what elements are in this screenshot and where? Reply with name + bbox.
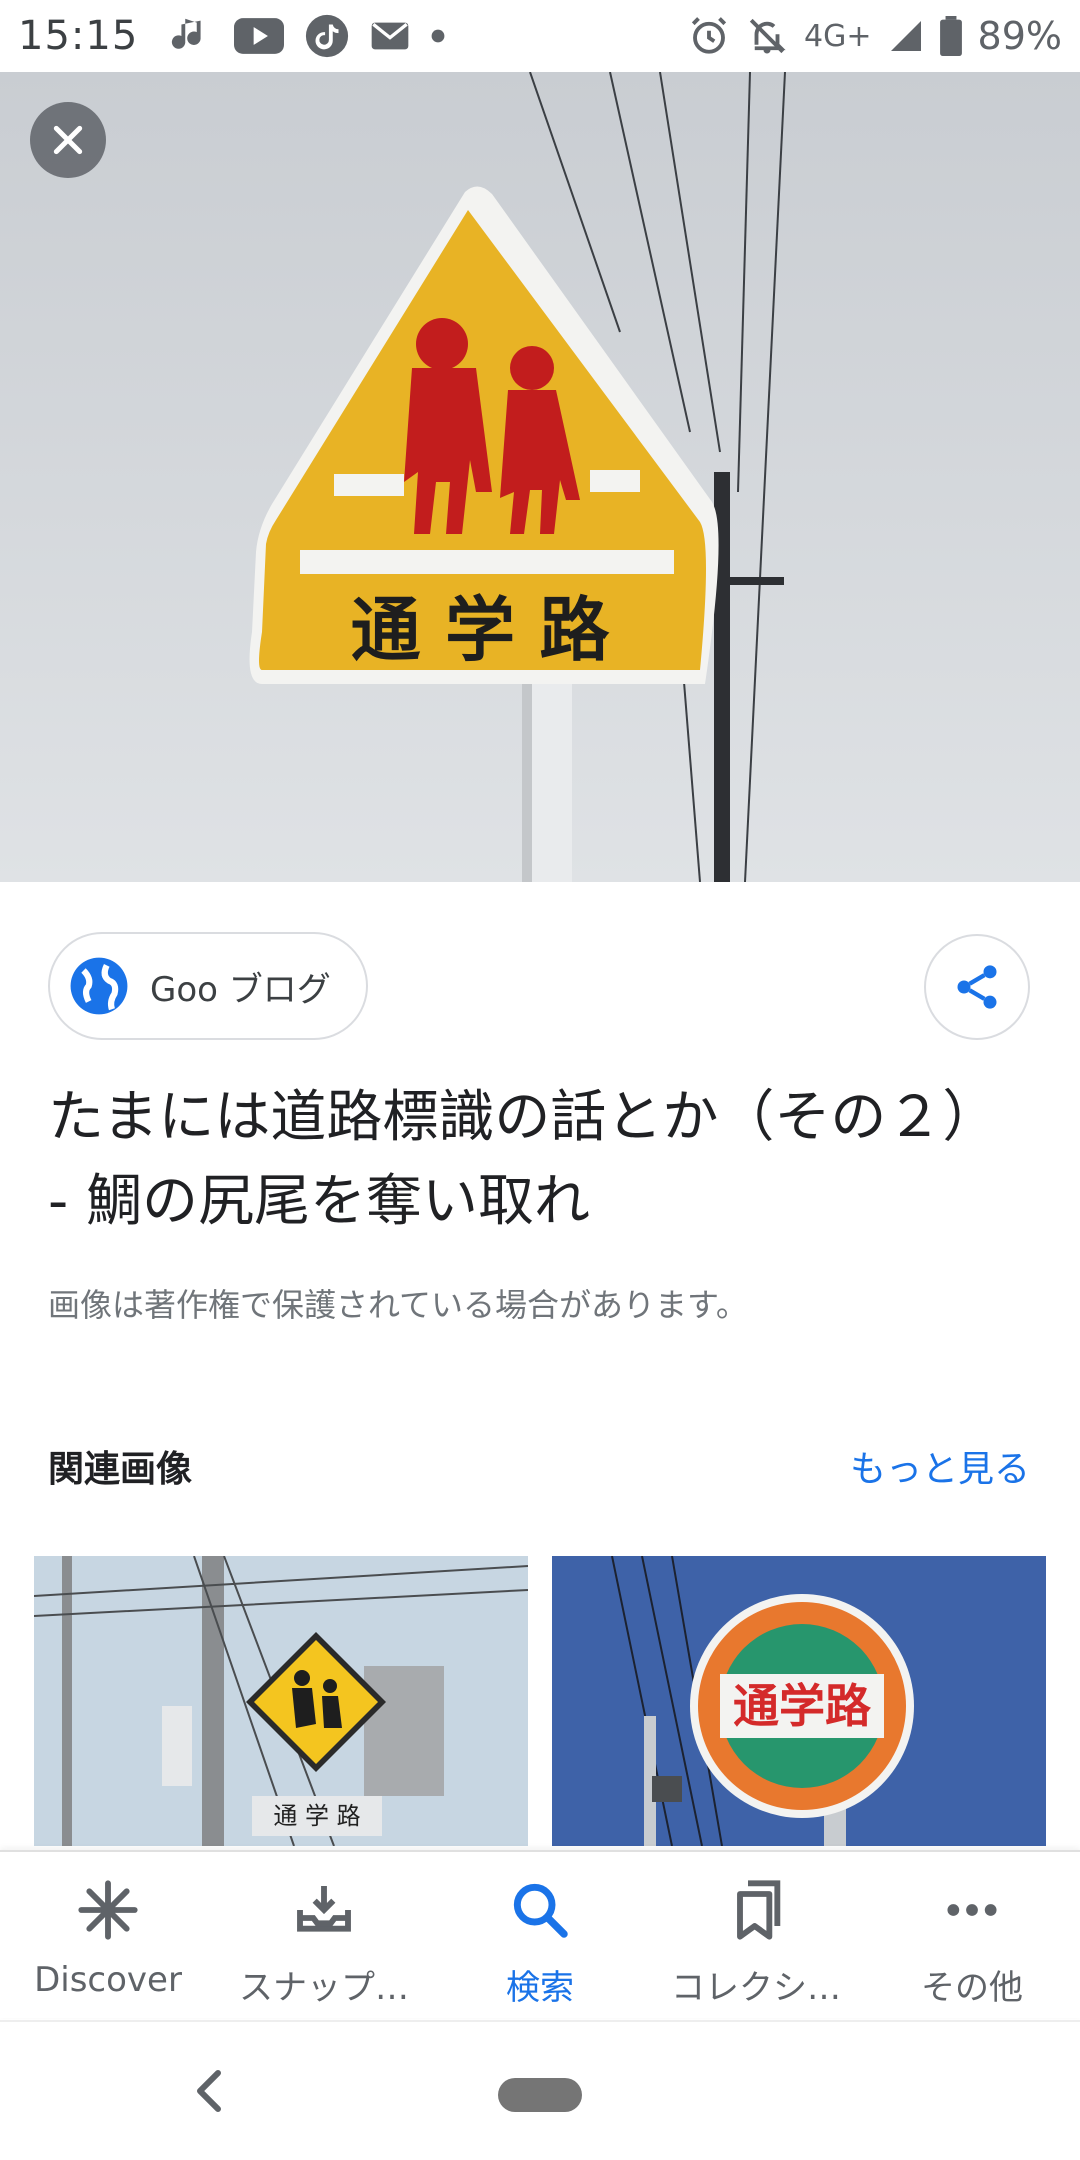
- battery-percent: 89%: [977, 14, 1062, 58]
- nav-discover-label: Discover: [34, 1960, 182, 2000]
- related-images-header: 関連画像: [48, 1449, 193, 1490]
- see-more-link[interactable]: もっと見る: [850, 1440, 1030, 1492]
- nav-search-label: 検索: [506, 1968, 574, 2008]
- nav-search[interactable]: 検索: [432, 1852, 648, 2018]
- close-button[interactable]: [30, 102, 106, 178]
- nav-collections[interactable]: コレクシ…: [648, 1852, 864, 2018]
- search-icon: [513, 1883, 568, 1938]
- mute-icon: [749, 18, 786, 54]
- status-time: 15:15: [18, 13, 139, 59]
- nav-snapshot-label: スナップ…: [239, 1968, 409, 2008]
- signal-icon: [890, 21, 921, 51]
- bookmarks-icon: [737, 1880, 781, 1940]
- thumb-1-photo: 通 学 路: [34, 1556, 528, 1846]
- share-button[interactable]: [924, 934, 1030, 1040]
- more-horiz-icon: [947, 1904, 997, 1916]
- tray-icon: [297, 1886, 351, 1932]
- tiktok-icon: [306, 14, 349, 58]
- copyright-notice: 画像は著作権で保護されている場合があります。: [48, 1286, 748, 1324]
- back-icon[interactable]: [190, 2066, 230, 2116]
- youtube-icon: [234, 18, 285, 54]
- network-type: 4G+: [804, 18, 872, 54]
- status-bar: 15:15 4G+ 89%: [0, 0, 1080, 72]
- bottom-navigation: Discover スナップ… 検索 コレクシ… その他: [0, 1850, 1080, 2018]
- globe-icon: [70, 957, 128, 1015]
- nav-more[interactable]: その他: [864, 1852, 1080, 2018]
- system-navigation-bar: [0, 2020, 1080, 2160]
- related-image-1[interactable]: 通 学 路: [34, 1556, 528, 1846]
- nav-collections-label: コレクシ…: [671, 1968, 841, 2008]
- source-label: Goo ブログ: [150, 969, 331, 1010]
- notification-icons: [168, 13, 446, 59]
- hero-sign-text: 通 学 路: [351, 589, 611, 671]
- mail-icon: [371, 22, 409, 50]
- dot-icon: [431, 29, 445, 43]
- hero-image[interactable]: 通 学 路: [0, 72, 1080, 882]
- nav-discover[interactable]: Discover: [0, 1852, 216, 2018]
- battery-icon: [939, 16, 962, 56]
- share-icon: [957, 965, 997, 1009]
- system-status: 4G+ 89%: [688, 14, 1062, 58]
- nav-snapshot[interactable]: スナップ…: [216, 1852, 432, 2018]
- music-note-icon: [172, 18, 201, 49]
- home-pill[interactable]: [498, 2078, 582, 2112]
- result-title[interactable]: たまには道路標識の話とか（その２） - 鯛の尻尾を奪い取れ: [48, 1076, 1028, 1244]
- thumb-1-sign-text: 通 学 路: [273, 1802, 360, 1830]
- related-image-2[interactable]: 通学路: [552, 1556, 1046, 1846]
- source-chip[interactable]: Goo ブログ: [48, 932, 368, 1040]
- thumb-2-photo: 通学路: [552, 1556, 1046, 1846]
- alarm-icon: [691, 17, 727, 54]
- asterisk-icon: [78, 1880, 138, 1940]
- nav-more-label: その他: [921, 1968, 1023, 2008]
- school-zone-sign-photo: 通 学 路: [0, 72, 1080, 882]
- thumb-2-sign-text: 通学路: [733, 1679, 872, 1733]
- close-icon: [53, 125, 83, 155]
